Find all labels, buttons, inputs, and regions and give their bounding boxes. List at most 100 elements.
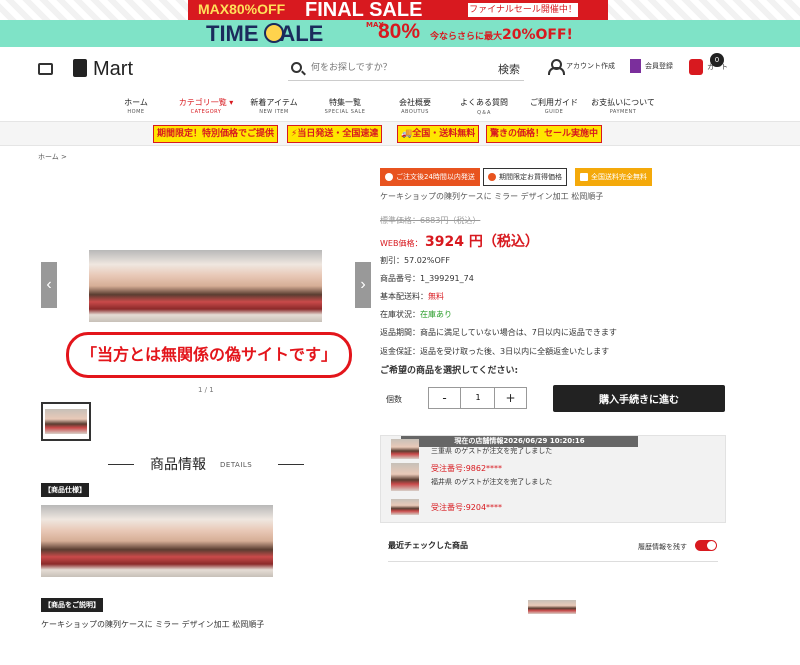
nav-about[interactable]: 会社概要 ABOUTUS <box>375 97 455 115</box>
gallery-thumbnail[interactable] <box>41 402 91 441</box>
history-toggle[interactable] <box>695 540 717 551</box>
quantity-label: 個数 <box>386 395 402 404</box>
cart-count-badge: 0 <box>710 53 724 67</box>
clock-icon <box>264 23 284 43</box>
nav-label: 会社概要 <box>399 98 431 107</box>
quantity-input[interactable] <box>462 388 494 408</box>
banner-pattern-left <box>0 0 188 20</box>
chat-icon[interactable] <box>38 63 53 75</box>
time-sale-more: 今ならさらに最大20%OFF! <box>430 27 573 43</box>
shipping-fee-label: 基本配送料： <box>380 292 428 301</box>
order-image <box>391 439 419 459</box>
account-create-link[interactable]: アカウント作成 <box>548 59 615 75</box>
nav-label: お支払いについて <box>591 98 655 107</box>
search-icon[interactable] <box>291 62 302 73</box>
description-tag: 【商品をご説明】 <box>41 598 103 612</box>
time-sale-more-text: 今ならさらに最大 <box>430 32 503 42</box>
time-sale-banner[interactable]: TIME SALE MAX 80% 今ならさらに最大20%OFF! <box>0 20 800 47</box>
recently-viewed-title: 最近チェックした商品 <box>388 541 468 550</box>
register-label: 会員登録 <box>645 62 673 70</box>
gallery-counter: 1 / 1 <box>198 386 214 394</box>
banner-max-text: MAX80%OFF <box>198 1 286 17</box>
promo-badge: 🚚全国・送料無料 <box>397 125 480 143</box>
quantity-stepper: - + <box>428 387 527 409</box>
nav-label: ホーム <box>124 98 148 107</box>
gallery-next-button[interactable]: › <box>355 262 371 308</box>
product-info-title: 商品情報 <box>150 457 206 473</box>
web-price-row: WEB価格： 3924 円（税込） <box>380 231 539 251</box>
recent-product-thumbnail[interactable] <box>528 600 576 614</box>
banner-notice: ファイナルセール開催中！ <box>468 3 578 17</box>
web-price: 3924 円（税込） <box>425 234 539 250</box>
promo-badge: ⚡当日発送・全国速達 <box>287 125 383 143</box>
search-input[interactable] <box>311 57 491 79</box>
breadcrumb[interactable]: ホーム > <box>38 152 67 162</box>
register-icon <box>630 59 641 73</box>
banner-final-sale-title: FINAL SALE <box>305 0 423 21</box>
web-price-label: WEB価格： <box>380 239 423 248</box>
promo-strip: 期間限定！特別価格でご提供 ⚡当日発送・全国速達 🚚全国・送料無料 驚きの価格！… <box>0 121 800 146</box>
heading-line-right <box>278 464 304 465</box>
user-add-icon <box>548 59 565 75</box>
discount: 割引：57.02%OFF <box>380 256 451 265</box>
promo-badge: 期間限定！特別価格でご提供 <box>153 125 279 143</box>
final-sale-banner[interactable]: MAX80%OFF FINAL SALE ファイナルセール開催中！ <box>0 0 800 21</box>
thumbnail-image <box>45 409 87 434</box>
nav-label: 特集一覧 <box>329 98 361 107</box>
order-number: 受注番号:9862**** <box>431 464 503 473</box>
spec-tag: 【商品仕様】 <box>41 483 89 497</box>
stock-label: 在庫状況： <box>380 310 420 319</box>
time-sale-max: MAX <box>366 21 384 29</box>
list-price: 標準価格：6883円（税込） <box>380 216 481 225</box>
nav-sublabel: GUIDE <box>544 109 564 115</box>
limited-price-badge-label: 期間限定お買得価格 <box>499 173 562 181</box>
order-item: 三重県 のゲストが注文を完了しました <box>391 439 711 459</box>
nav-sublabel: SPECIAL SALE <box>324 109 366 115</box>
nav-sublabel: ABOUTUS <box>401 109 429 115</box>
fake-site-warning: 「当方とは無関係の偽サイトです」 <box>66 332 352 378</box>
product-number: 商品番号：1_399291_74 <box>380 274 474 283</box>
nav-sublabel: PAYMENT <box>609 109 637 115</box>
nav-sublabel: Q＆A <box>477 110 491 116</box>
quantity-minus-button[interactable]: - <box>429 388 461 408</box>
shipping-fee-row: 基本配送料：無料 <box>380 291 444 302</box>
shopping-bag-logo-icon[interactable] <box>73 59 87 77</box>
nav-sublabel: NEW ITEM <box>259 109 289 115</box>
order-image <box>391 463 419 491</box>
nav-label: 新着アイテム <box>250 98 298 107</box>
site-logo[interactable]: Mart <box>93 58 133 81</box>
nav-label: ご利用ガイド <box>530 98 578 107</box>
product-description: ケーキショップの陳列ケースに ミラー デザイン加工 松岡順子 <box>41 620 265 629</box>
register-link[interactable]: 会員登録 <box>630 59 673 73</box>
account-create-label: アカウント作成 <box>566 62 615 70</box>
nav-special-sale[interactable]: 特集一覧 SPECIAL SALE <box>305 97 385 115</box>
stock-row: 在庫状況：在庫あり <box>380 309 452 320</box>
promo-badge: 驚きの価格！セール実施中 <box>486 125 603 143</box>
shipping-badge-label: ご注文後24時間以内発送 <box>396 173 475 181</box>
nav-guide[interactable]: ご利用ガイド GUIDE <box>514 97 594 115</box>
refund-guarantee: 返金保証：返品を受け取った後、3日以内に全額返金いたします <box>380 347 610 356</box>
nav-faq[interactable]: よくある質問 Q＆A <box>444 97 524 116</box>
gallery-prev-button[interactable]: ‹ <box>41 262 57 308</box>
main-nav: ホーム HOME カテゴリ一覧 ▾ CATEGORY 新着アイテム NEW ITEM … <box>0 97 800 121</box>
recent-orders-panel: 現在の店舗情報2026/06/29 10:20:16 三重県 のゲストが注文を完… <box>380 435 726 523</box>
nav-home[interactable]: ホーム HOME <box>96 97 176 115</box>
checkout-button[interactable]: 購入手続きに進む <box>553 385 725 412</box>
order-item: 受注番号:9204**** <box>391 499 711 522</box>
site-header: Mart 検索 アカウント作成 会員登録 カート 0 <box>0 47 800 97</box>
time-sale-percent: 80% <box>378 20 421 43</box>
free-shipping-badge: 全国送料完全無料 <box>575 168 652 186</box>
product-info-heading: 商品情報 DETAILS <box>108 454 304 474</box>
shipping-badge: ご注文後24時間以内発送 <box>380 168 480 186</box>
nav-new-item[interactable]: 新着アイテム NEW ITEM <box>234 97 314 115</box>
search-button[interactable]: 検索 <box>498 61 520 77</box>
clock-badge-icon <box>385 173 393 181</box>
banner-pattern-right <box>608 0 800 20</box>
nav-sublabel: HOME <box>127 109 145 115</box>
free-shipping-badge-label: 全国送料完全無料 <box>591 173 647 181</box>
select-prompt: ご希望の商品を選択してください: <box>380 366 519 376</box>
quantity-plus-button[interactable]: + <box>494 388 526 408</box>
recently-viewed: 最近チェックした商品 履歴情報を残す <box>388 538 718 562</box>
nav-payment[interactable]: お支払いについて PAYMENT <box>583 97 663 115</box>
product-main-image <box>89 250 322 322</box>
